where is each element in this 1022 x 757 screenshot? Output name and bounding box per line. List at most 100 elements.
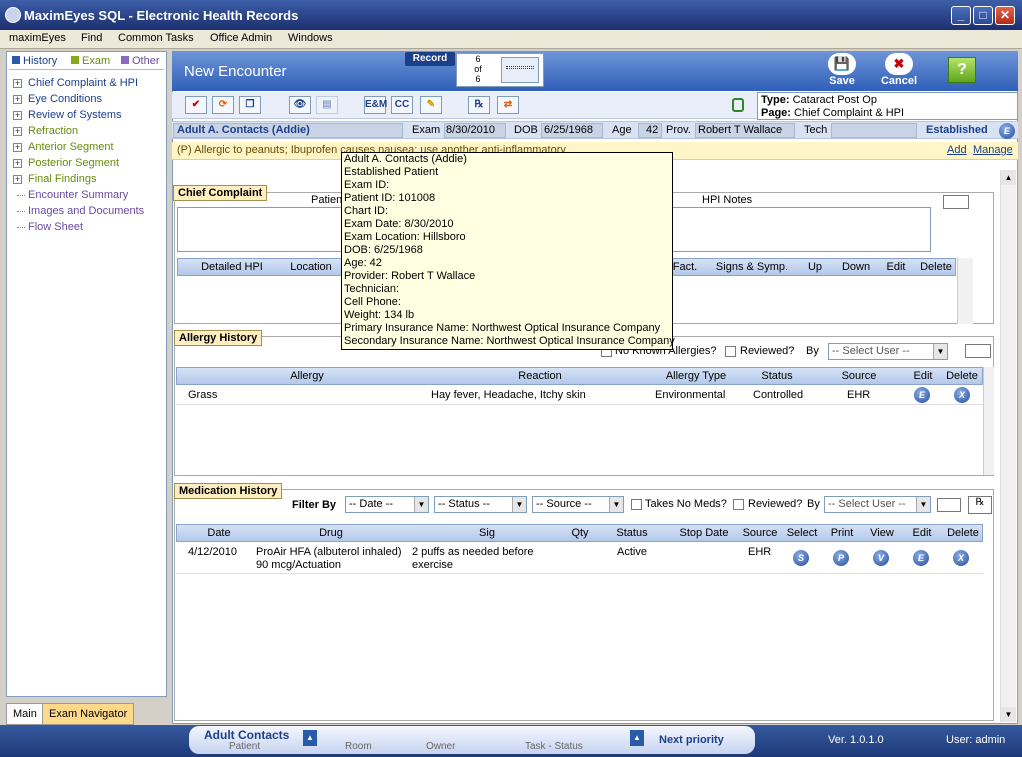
nav-item-anterior-segment[interactable]: + Anterior Segment [7,141,166,156]
col-edit[interactable]: Edit [878,261,914,273]
nav-item-posterior-segment[interactable]: + Posterior Segment [7,157,166,172]
col-print[interactable]: Print [823,527,861,539]
col-date[interactable]: Date [185,527,253,539]
unlock-icon[interactable] [732,98,744,112]
rx-tool-icon[interactable]: ℞ [468,96,490,114]
manage-allergy-link[interactable]: Manage [973,144,1013,156]
scroll-down-icon[interactable]: ▼ [1001,707,1016,722]
col-sig[interactable]: Sig [410,527,564,539]
col-delete[interactable]: Delete [943,527,983,539]
col-select[interactable]: Select [783,527,821,539]
allergy-select-user-dropdown[interactable]: -- Select User -- ▼ [828,343,948,360]
tab-exam-navigator[interactable]: Exam Navigator [42,703,135,725]
meds-select-user-dropdown[interactable]: -- Select User -- ▼ [824,496,931,513]
copy-tool-icon[interactable]: ❐ [239,96,261,114]
edit-icon[interactable]: E [913,550,929,566]
view-icon[interactable]: V [873,550,889,566]
col-reaction[interactable]: Reaction [429,370,651,382]
pencil-tool-icon[interactable]: ✎ [420,96,442,114]
menu-find[interactable]: Find [81,32,102,44]
meds-keyboard-icon[interactable] [937,498,961,512]
source-filter-dropdown[interactable]: -- Source -- ▼ [532,496,624,513]
col-delete[interactable]: Delete [942,370,982,382]
transfer-tool-icon[interactable]: ⇄ [497,96,519,114]
meds-reviewed-checkbox[interactable] [733,499,744,510]
cc-button[interactable]: CC [391,96,413,114]
nav-item-review-of-systems[interactable]: + Review of Systems [7,109,166,124]
col-source[interactable]: Source [814,370,904,382]
col-view[interactable]: View [863,527,901,539]
nav-item-refraction[interactable]: + Refraction [7,125,166,140]
col-edit[interactable]: Edit [903,527,941,539]
hpi-grid-scrollbar[interactable] [957,258,973,324]
nav-item-encounter-summary[interactable]: Encounter Summary [7,189,166,204]
scroll-up-icon[interactable]: ▲ [1001,170,1016,185]
tab-main[interactable]: Main [6,703,44,725]
menu-office-admin[interactable]: Office Admin [210,32,272,44]
next-priority-button[interactable]: Next priority [659,734,724,746]
expand-icon[interactable]: + [13,79,22,88]
flow-up-icon[interactable]: ▲ [303,730,317,746]
table-row[interactable]: 4/12/2010 ProAir HFA (albuterol inhaled)… [176,543,983,574]
col-stop-date[interactable]: Stop Date [670,527,738,539]
em-button[interactable]: E&M [364,96,387,114]
patient-name[interactable]: Adult A. Contacts (Addie) [177,124,310,136]
col-status[interactable]: Status [741,370,813,382]
patient-flow-bar[interactable]: Adult Contacts Patient ▲ Room Owner Task… [189,726,755,754]
select-icon[interactable]: S [793,550,809,566]
main-scrollbar[interactable]: ▲ ▼ [1000,170,1016,722]
menu-windows[interactable]: Windows [288,32,333,44]
allergy-grid-scrollbar[interactable] [983,367,994,475]
col-delete[interactable]: Delete [916,261,956,273]
menu-common-tasks[interactable]: Common Tasks [118,32,194,44]
nav-item-final-findings[interactable]: + Final Findings [7,173,166,188]
minimize-button[interactable]: _ [951,6,971,25]
help-button[interactable]: ? [948,57,976,83]
refresh-tool-icon[interactable]: ⟳ [212,96,234,114]
expand-icon[interactable]: + [13,127,22,136]
status-filter-dropdown[interactable]: -- Status -- ▼ [434,496,527,513]
col-allergy[interactable]: Allergy [187,370,427,382]
nav-item-chief-complaint-hpi[interactable]: + Chief Complaint & HPI [7,77,166,92]
nav-item-images-and-documents[interactable]: Images and Documents [7,205,166,220]
col-edit[interactable]: Edit [904,370,942,382]
date-filter-dropdown[interactable]: -- Date -- ▼ [345,496,429,513]
next-priority-icon[interactable]: ▲ [630,730,644,746]
col-source[interactable]: Source [739,527,781,539]
col-location[interactable]: Location [282,261,340,273]
col-up[interactable]: Up [798,261,832,273]
col-down[interactable]: Down [836,261,876,273]
record-navigator[interactable]: 6 of 6 [456,53,544,87]
allergy-keyboard-icon[interactable] [965,344,991,358]
add-allergy-link[interactable]: Add [947,144,967,156]
col-drug[interactable]: Drug [254,527,408,539]
allergy-reviewed-checkbox[interactable] [725,346,736,357]
delete-icon[interactable]: X [953,550,969,566]
expand-icon[interactable]: + [13,95,22,104]
col-allergy-type[interactable]: Allergy Type [653,370,739,382]
nav-item-eye-conditions[interactable]: + Eye Conditions [7,93,166,108]
menu-maximeyes[interactable]: maximEyes [9,32,66,44]
document-tool-icon[interactable]: ▤ [316,96,338,114]
col-qty[interactable]: Qty [566,527,594,539]
col-signs-symp[interactable]: Signs & Symp. [709,261,795,273]
close-window-button[interactable]: ✕ [995,6,1015,25]
cancel-button[interactable]: ✖ Cancel [879,53,919,89]
eye-tool-icon[interactable]: 👁 [289,96,311,114]
expand-icon[interactable]: + [13,175,22,184]
edit-icon[interactable]: E [914,387,930,403]
print-icon[interactable]: P [833,550,849,566]
flow-patient-name[interactable]: Adult Contacts [204,728,289,742]
checkmark-tool-icon[interactable]: ✔ [185,96,207,114]
keyboard-icon[interactable] [943,195,969,209]
nav-item-flow-sheet[interactable]: Flow Sheet [7,221,166,236]
table-row[interactable]: Grass Hay fever, Headache, Itchy skin En… [176,386,983,405]
rx-icon[interactable]: ℞ [968,496,992,514]
col-detailed-hpi[interactable]: Detailed HPI [182,261,282,273]
col-status[interactable]: Status [596,527,668,539]
expand-icon[interactable]: + [13,159,22,168]
save-button[interactable]: 💾 Save [822,53,862,89]
delete-icon[interactable]: X [954,387,970,403]
maximize-button[interactable]: □ [973,6,993,25]
expand-icon[interactable]: + [13,143,22,152]
